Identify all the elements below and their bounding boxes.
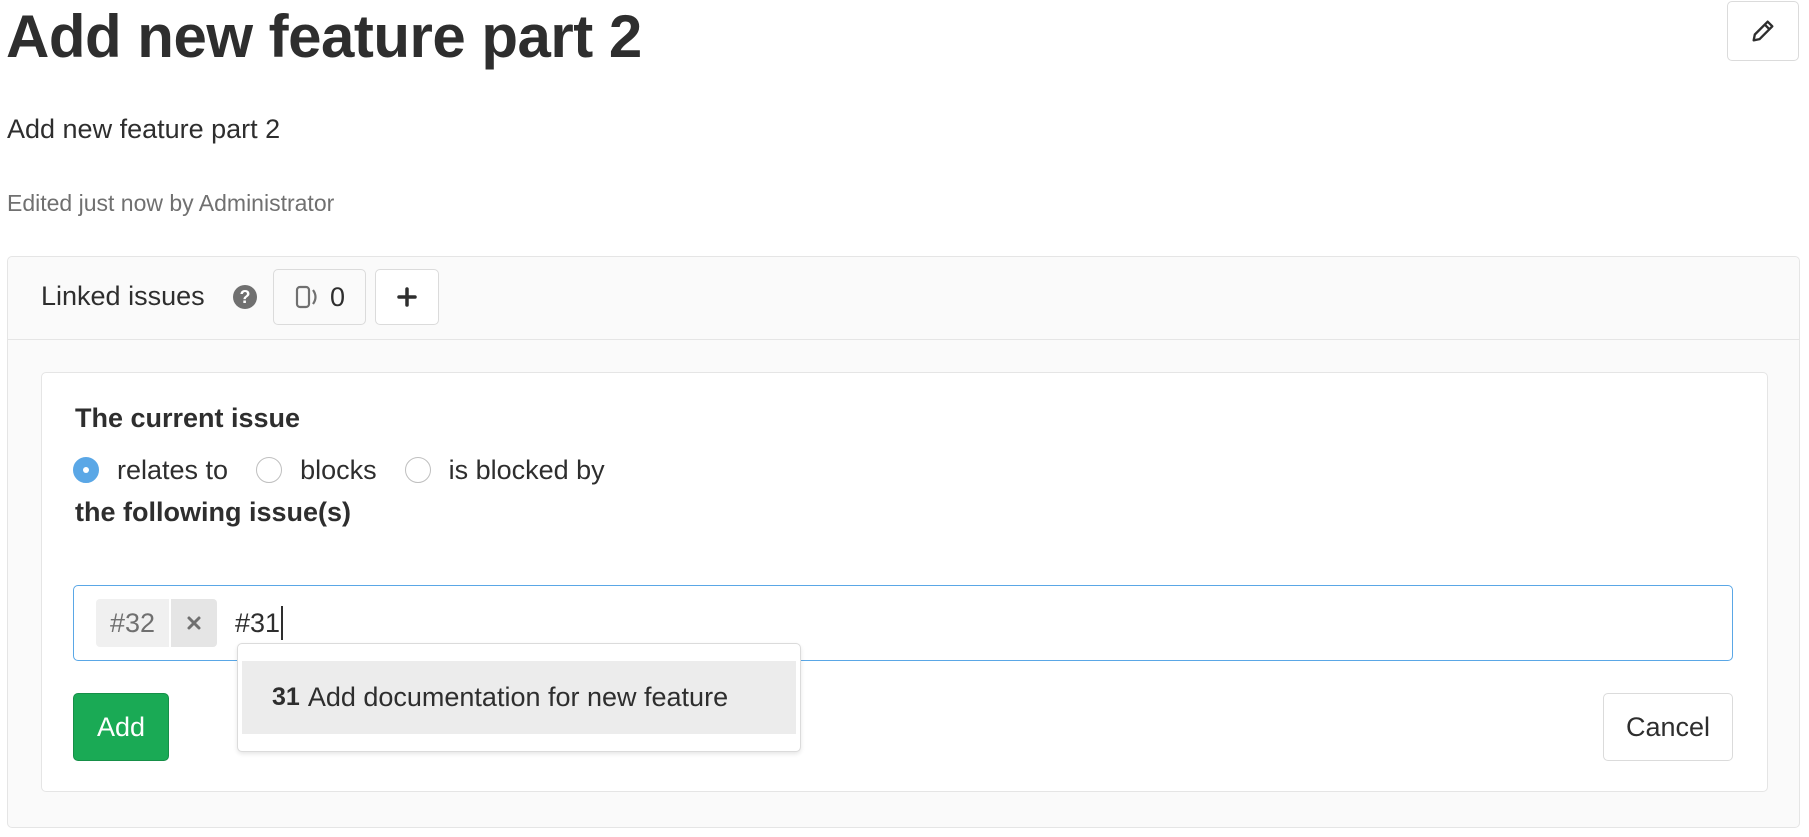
add-button[interactable]: Add [73,693,169,761]
radio-blocks-label: blocks [300,454,377,485]
edited-info: Edited just now by Administrator [7,190,335,216]
add-linked-issue-button[interactable] [375,269,439,325]
radio-blocks[interactable]: blocks [256,455,377,486]
linked-issues-count-badge: 0 [273,269,366,325]
issue-description: Add new feature part 2 [7,114,281,144]
issues-icon [295,285,317,309]
linked-issues-title: Linked issues [41,281,205,311]
radio-relates-to[interactable]: relates to [73,455,228,486]
radio-is-blocked-by-circle[interactable] [404,457,431,483]
radio-is-blocked-by-label: is blocked by [448,454,605,485]
autocomplete-item[interactable]: 31 Add documentation for new feature [242,661,796,734]
linked-issues-header: Linked issues ? 0 [8,257,1799,340]
current-issue-label: The current issue [75,403,301,433]
radio-relates-to-label: relates to [117,454,229,485]
question-circle-icon[interactable]: ? [233,285,257,309]
radio-relates-to-circle[interactable] [73,457,99,483]
issue-token-remove-button[interactable] [171,599,218,647]
issue-token-label: #32 [96,599,170,647]
edit-issue-button[interactable] [1727,1,1799,61]
autocomplete-item-title: Add documentation for new feature [307,682,729,712]
relation-radio-group: relates to blocks is blocked by [73,453,633,487]
autocomplete-item-ref: 31 [272,683,300,711]
cancel-button[interactable]: Cancel [1603,693,1733,761]
radio-is-blocked-by[interactable]: is blocked by [404,454,605,486]
following-issues-label: the following issue(s) [75,497,352,527]
pencil-icon [1752,20,1774,42]
plus-icon [397,287,417,307]
radio-blocks-circle[interactable] [256,457,283,483]
linked-issues-count: 0 [329,281,346,312]
issue-token: #32 [96,599,218,647]
close-icon [187,616,201,630]
issue-search-typed-text[interactable]: #31 [235,606,284,640]
autocomplete-dropdown: 31 Add documentation for new feature [237,643,801,752]
issue-title: Add new feature part 2 [6,3,642,70]
